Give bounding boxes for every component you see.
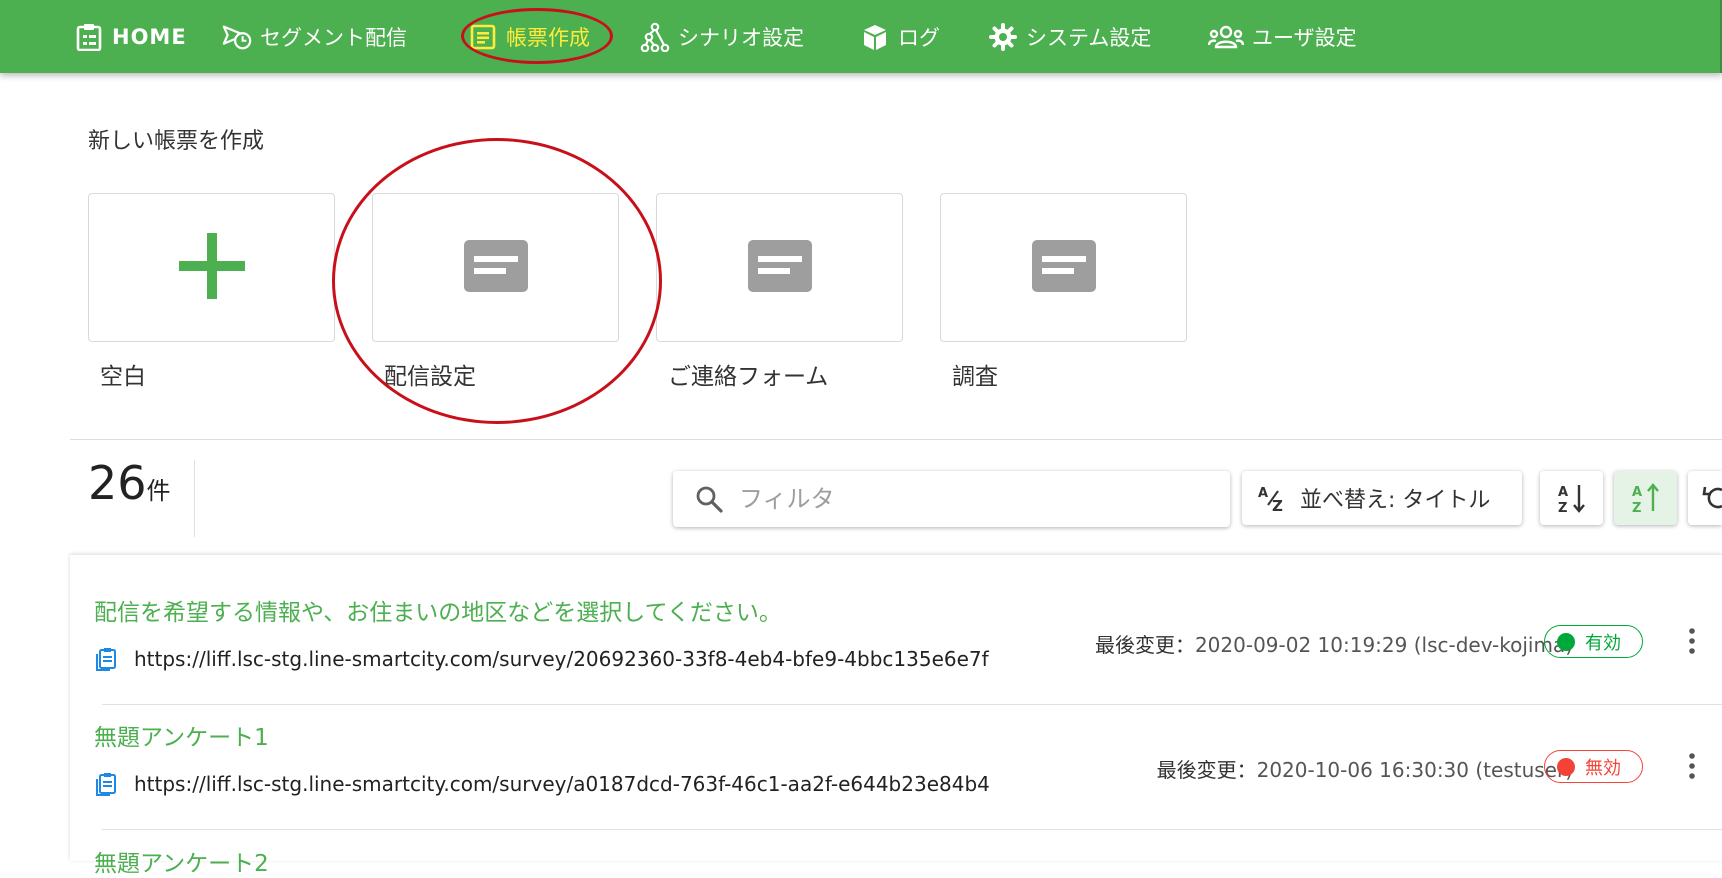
count-divider bbox=[194, 460, 195, 537]
form-list: 配信を希望する情報や、お住まいの地区などを選択してください。 https://l… bbox=[70, 555, 1722, 877]
send-clock-icon bbox=[222, 22, 252, 52]
svg-text:A: A bbox=[1558, 485, 1568, 500]
search-icon bbox=[695, 485, 723, 513]
more-options-icon[interactable] bbox=[1677, 626, 1707, 656]
more-options-icon[interactable] bbox=[1677, 751, 1707, 781]
graph-icon bbox=[640, 22, 670, 52]
row-divider bbox=[102, 829, 1722, 830]
gear-icon bbox=[988, 22, 1018, 52]
last-modified: 最後変更：2020-10-06 16:30:30 (testuser) bbox=[1157, 754, 1573, 783]
annotation-circle-nav bbox=[461, 8, 613, 64]
form-url: https://liff.lsc-stg.line-smartcity.com/… bbox=[94, 772, 990, 796]
sort-label: 並べ替え: タイトル bbox=[1300, 488, 1491, 513]
create-section-title: 新しい帳票を作成 bbox=[88, 129, 265, 154]
template-label: 調査 bbox=[952, 364, 998, 390]
sort-ascending-button[interactable]: AZ bbox=[1540, 471, 1603, 525]
sort-descending-icon: AZ bbox=[1631, 482, 1661, 514]
form-template-icon bbox=[1031, 239, 1096, 296]
status-text: 有効 bbox=[1585, 632, 1621, 654]
form-template-icon bbox=[747, 239, 812, 296]
sort-by-button[interactable]: AZ 並べ替え: タイトル bbox=[1242, 471, 1522, 525]
clipboard-list-icon bbox=[74, 22, 104, 52]
template-card-blank[interactable] bbox=[88, 193, 335, 342]
form-url-text: https://liff.lsc-stg.line-smartcity.com/… bbox=[134, 772, 990, 796]
template-label: ご連絡フォーム bbox=[668, 364, 829, 390]
status-text: 無効 bbox=[1585, 757, 1621, 779]
nav-item-scenario-settings[interactable]: シナリオ設定 bbox=[640, 0, 804, 73]
sort-ascending-icon: AZ bbox=[1557, 482, 1587, 514]
top-navigation-bar: HOME セグメント配信 帳票作成 シナリオ設定 ログ システム設定 ユーザ設定 bbox=[0, 0, 1722, 73]
form-url-text: https://liff.lsc-stg.line-smartcity.com/… bbox=[134, 647, 989, 671]
form-title-link[interactable]: 無題アンケート2 bbox=[94, 844, 269, 878]
svg-text:Z: Z bbox=[1632, 501, 1641, 514]
copy-clipboard-icon[interactable] bbox=[94, 772, 118, 796]
last-modified-label: 最後変更： bbox=[1156, 758, 1257, 782]
status-badge-inactive[interactable]: 無効 bbox=[1544, 750, 1643, 783]
nav-label: セグメント配信 bbox=[260, 25, 407, 50]
last-modified-value: 2020-10-06 16:30:30 (testuser) bbox=[1256, 758, 1573, 782]
last-modified-label: 最後変更： bbox=[1094, 633, 1195, 657]
form-title-link[interactable]: 配信を希望する情報や、お住まいの地区などを選択してください。 bbox=[94, 593, 782, 627]
count-unit: 件 bbox=[146, 477, 171, 505]
sort-descending-button[interactable]: AZ bbox=[1614, 471, 1677, 525]
svg-text:Z: Z bbox=[1272, 497, 1283, 513]
nav-label: ログ bbox=[898, 25, 940, 50]
status-dot bbox=[1557, 632, 1575, 651]
plus-icon bbox=[178, 232, 245, 303]
template-card-survey[interactable] bbox=[940, 193, 1187, 342]
filter-input[interactable] bbox=[737, 484, 1211, 514]
copy-clipboard-icon[interactable] bbox=[94, 647, 118, 671]
nav-label: シナリオ設定 bbox=[678, 25, 804, 50]
status-dot bbox=[1557, 757, 1575, 776]
nav-item-segment-delivery[interactable]: セグメント配信 bbox=[222, 0, 407, 73]
nav-label: システム設定 bbox=[1026, 25, 1152, 50]
users-icon bbox=[1208, 22, 1244, 52]
svg-text:A: A bbox=[1632, 485, 1642, 500]
form-url: https://liff.lsc-stg.line-smartcity.com/… bbox=[94, 647, 989, 671]
section-divider bbox=[70, 439, 1722, 440]
result-count: 26件 bbox=[88, 460, 171, 506]
row-divider bbox=[102, 704, 1722, 705]
nav-item-home[interactable]: HOME bbox=[74, 0, 187, 73]
template-card-contact-form[interactable] bbox=[656, 193, 903, 342]
template-label: 空白 bbox=[100, 364, 146, 390]
last-modified: 最後変更：2020-09-02 10:19:29 (lsc-dev-kojima… bbox=[1095, 629, 1573, 658]
count-number: 26 bbox=[88, 456, 147, 510]
form-title-link[interactable]: 無題アンケート1 bbox=[94, 718, 269, 752]
nav-item-system-settings[interactable]: システム設定 bbox=[988, 0, 1151, 73]
sort-az-icon: AZ bbox=[1258, 483, 1288, 513]
refresh-button[interactable] bbox=[1688, 471, 1722, 525]
svg-text:Z: Z bbox=[1558, 501, 1567, 514]
filter-box[interactable] bbox=[673, 471, 1230, 527]
nav-label: ユーザ設定 bbox=[1252, 25, 1357, 50]
annotation-circle-template bbox=[332, 138, 662, 424]
status-badge-active[interactable]: 有効 bbox=[1544, 625, 1643, 658]
nav-item-user-settings[interactable]: ユーザ設定 bbox=[1208, 0, 1357, 73]
box-icon bbox=[860, 22, 890, 52]
refresh-icon bbox=[1702, 484, 1722, 512]
last-modified-value: 2020-09-02 10:19:29 (lsc-dev-kojima) bbox=[1194, 633, 1573, 657]
svg-text:A: A bbox=[1258, 486, 1268, 501]
nav-label: HOME bbox=[112, 24, 187, 49]
nav-item-logs[interactable]: ログ bbox=[860, 0, 940, 73]
